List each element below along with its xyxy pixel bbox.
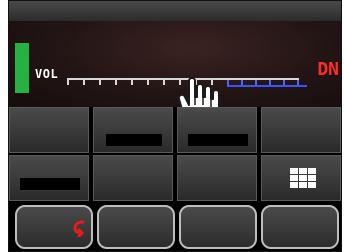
menu-grid-key[interactable] [261,155,341,201]
function-key-4[interactable] [261,107,341,153]
vol-label: VOL [35,67,59,81]
radio-screen: VOL DN [8,0,342,252]
back-soft-key[interactable] [15,205,93,249]
function-key-1[interactable] [9,107,89,153]
function-grid [9,107,341,203]
function-key-2[interactable] [93,107,173,153]
soft-key-4[interactable] [261,205,339,249]
function-key-3[interactable] [177,107,257,153]
function-key-2-label [106,134,162,146]
soft-key-bar [9,205,341,251]
mode-label-dn: DN [317,59,339,80]
soft-key-3[interactable] [179,205,257,249]
function-key-7[interactable] [177,155,257,201]
function-key-3-label [188,134,248,146]
display-area: VOL DN [9,21,341,128]
top-status-bar [9,1,341,21]
grid-menu-icon [290,168,316,188]
back-arrow-icon [73,220,85,237]
function-key-5[interactable] [9,155,89,201]
signal-level-bar [15,43,29,93]
function-key-6[interactable] [93,155,173,201]
soft-key-2[interactable] [97,205,175,249]
vol-high-line [227,85,307,87]
function-key-5-label [20,178,80,190]
